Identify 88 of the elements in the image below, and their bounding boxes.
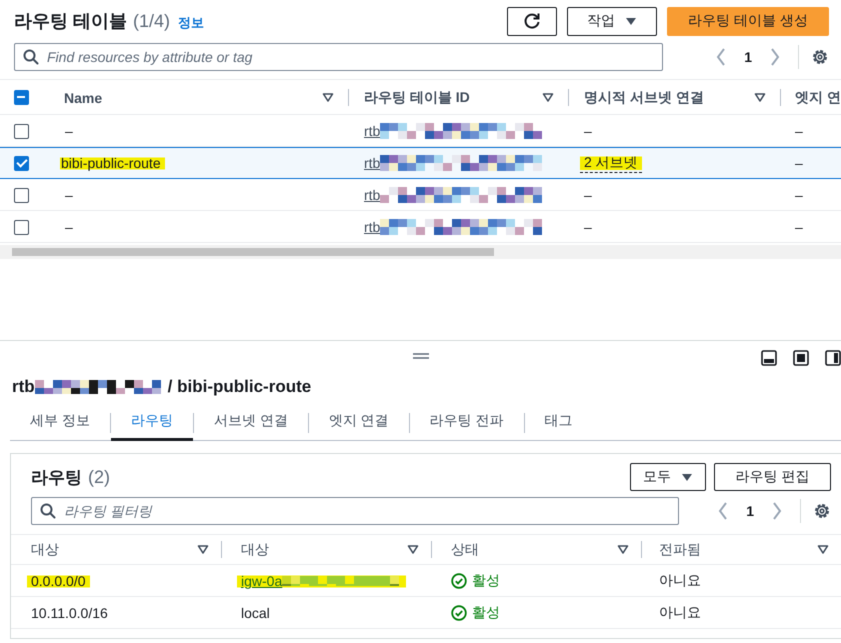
name-cell: bibi-public-route bbox=[60, 155, 165, 171]
panel-title: 라우팅 bbox=[31, 466, 82, 488]
sort-icon bbox=[817, 544, 829, 555]
name-cell: – bbox=[64, 123, 73, 139]
panel-layout-button[interactable] bbox=[825, 350, 841, 366]
target-cell: local bbox=[241, 604, 270, 620]
subnet-cell: 2 서브넷 bbox=[580, 154, 642, 172]
row-checkbox[interactable] bbox=[14, 220, 29, 234]
propagated-cell: 아니요 bbox=[659, 572, 701, 590]
panel-layout-icon bbox=[825, 350, 841, 366]
destination-cell: 10.11.0.0/16 bbox=[31, 604, 108, 620]
panel-layout-button[interactable] bbox=[761, 350, 777, 366]
column-header[interactable]: 명시적 서브넷 연결 bbox=[584, 88, 704, 106]
route-table-id: rtb bbox=[12, 377, 35, 397]
refresh-icon bbox=[523, 12, 541, 30]
info-link[interactable]: 정보 bbox=[178, 14, 204, 32]
search-icon bbox=[40, 503, 56, 519]
status-text: 활성 bbox=[472, 572, 500, 590]
row-checkbox[interactable] bbox=[14, 156, 29, 170]
tab[interactable]: 엣지 연결 bbox=[308, 404, 409, 440]
edit-routes-button[interactable]: 라우팅 편집 bbox=[714, 463, 831, 491]
sort-icon bbox=[322, 92, 334, 103]
chevron-right-icon bbox=[772, 502, 782, 520]
tab[interactable]: 라우팅 bbox=[110, 404, 193, 440]
resize-handle-icon bbox=[412, 353, 430, 359]
chevron-right-icon bbox=[770, 48, 780, 66]
subnet-cell: – bbox=[584, 123, 592, 139]
sort-icon bbox=[407, 544, 419, 555]
settings-button[interactable] bbox=[798, 44, 829, 68]
detail-title: / bibi-public-route bbox=[168, 377, 312, 397]
column-header[interactable]: 상태 bbox=[451, 540, 479, 558]
settings-button[interactable] bbox=[800, 499, 831, 523]
refresh-button[interactable] bbox=[507, 6, 557, 36]
sort-icon bbox=[197, 544, 209, 555]
caret-icon bbox=[681, 472, 693, 482]
filter-dropdown[interactable]: 모두 bbox=[630, 463, 706, 491]
search-icon bbox=[23, 48, 39, 64]
tab[interactable]: 태그 bbox=[524, 404, 593, 440]
destination-cell: 0.0.0.0/0 bbox=[27, 572, 90, 588]
settings-icon bbox=[813, 502, 831, 520]
item-count: (2) bbox=[88, 466, 110, 488]
row-checkbox[interactable] bbox=[14, 124, 29, 138]
create-route-table-button[interactable]: 라우팅 테이블 생성 bbox=[667, 6, 829, 36]
sort-icon bbox=[754, 92, 766, 103]
page-title: 라우팅 테이블 bbox=[14, 10, 128, 33]
search-field[interactable]: 라우팅 필터링 bbox=[31, 497, 679, 525]
column-header[interactable]: 대상 bbox=[241, 540, 269, 558]
subnet-cell: – bbox=[584, 219, 592, 235]
row-checkbox[interactable] bbox=[14, 188, 29, 202]
route-table-id-link[interactable]: rtb bbox=[364, 219, 380, 235]
column-header[interactable]: Name bbox=[64, 90, 102, 106]
page-number[interactable]: 1 bbox=[740, 48, 756, 64]
column-header[interactable]: 라우팅 테이블 ID bbox=[364, 88, 470, 106]
propagated-cell: 아니요 bbox=[659, 604, 701, 622]
check-circle-icon bbox=[451, 604, 467, 620]
route-table-id-link[interactable]: rtb bbox=[364, 123, 380, 139]
select-all-checkbox[interactable] bbox=[14, 90, 29, 105]
item-count: (1/4) bbox=[133, 11, 170, 32]
status-text: 활성 bbox=[472, 604, 500, 622]
panel-layout-icon bbox=[793, 350, 809, 366]
caret-icon bbox=[625, 16, 637, 26]
route-table-id-link[interactable]: rtb bbox=[364, 155, 380, 171]
edge-cell: – bbox=[795, 155, 803, 171]
sort-icon bbox=[617, 544, 629, 555]
panel-layout-icon bbox=[761, 350, 777, 366]
name-cell: – bbox=[64, 219, 73, 235]
settings-icon bbox=[811, 48, 829, 66]
route-table-id-link[interactable]: rtb bbox=[364, 187, 380, 203]
edge-cell: – bbox=[795, 187, 803, 203]
edge-cell: – bbox=[795, 219, 803, 235]
column-header[interactable]: 전파됨 bbox=[659, 540, 701, 558]
chevron-left-icon bbox=[718, 502, 728, 520]
subnet-cell: – bbox=[584, 187, 592, 203]
column-header[interactable]: 대상 bbox=[31, 540, 59, 558]
name-cell: – bbox=[64, 187, 73, 203]
page-number[interactable]: 1 bbox=[742, 503, 758, 519]
tab[interactable]: 라우팅 전파 bbox=[410, 404, 524, 440]
chevron-left-icon bbox=[716, 48, 726, 66]
column-header[interactable]: 엣지 연 bbox=[795, 88, 841, 106]
edge-cell: – bbox=[795, 123, 803, 139]
tab[interactable]: 서브넷 연결 bbox=[194, 404, 308, 440]
panel-layout-button[interactable] bbox=[793, 350, 809, 366]
horizontal-scrollbar[interactable] bbox=[0, 245, 841, 259]
actions-button[interactable]: 작업 bbox=[567, 6, 657, 36]
tab[interactable]: 세부 정보 bbox=[10, 404, 110, 440]
search-field[interactable]: Find resources by attribute or tag bbox=[14, 42, 663, 70]
check-circle-icon bbox=[451, 572, 467, 588]
sort-icon bbox=[542, 92, 554, 103]
